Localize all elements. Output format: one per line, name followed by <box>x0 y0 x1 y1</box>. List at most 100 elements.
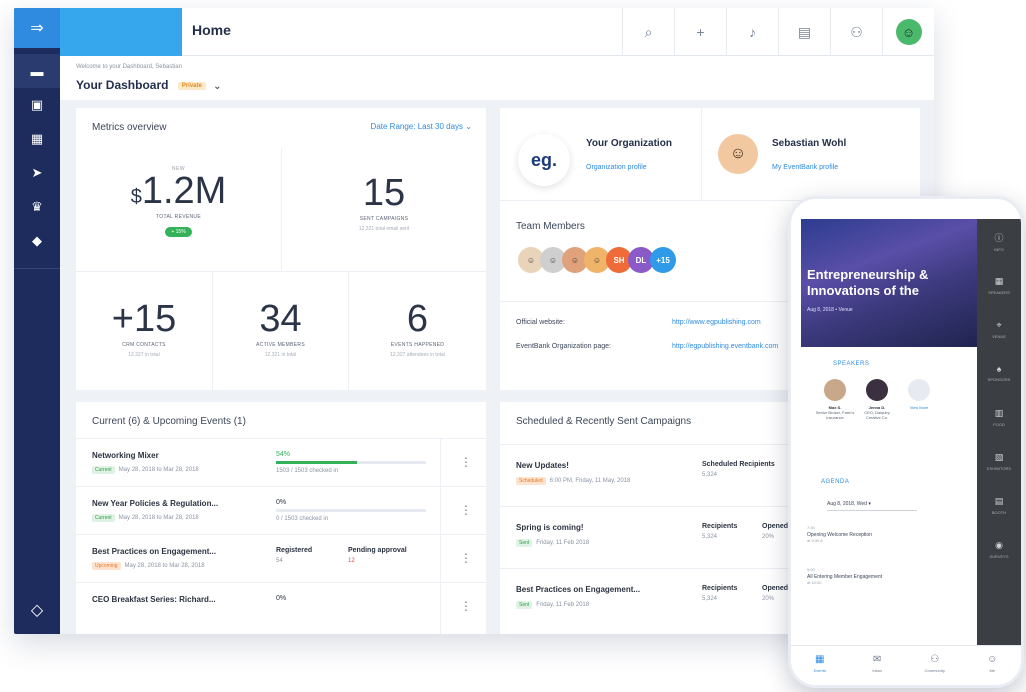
dashboard-selector[interactable]: Your Dashboard Private ⌄ <box>76 78 222 92</box>
calendar-icon[interactable]: ▦ <box>14 122 60 156</box>
pending-label: Pending approval <box>348 547 407 554</box>
progress-bar <box>276 461 426 464</box>
organization-name: Your Organization <box>586 138 672 149</box>
event-row[interactable]: Best Practices on Engagement... Upcoming… <box>76 534 486 583</box>
event-row[interactable]: New Year Policies & Regulation... Curren… <box>76 486 486 535</box>
events-title: Current (6) & Upcoming Events (1) <box>92 416 246 427</box>
send-icon[interactable]: ➤ <box>14 156 60 190</box>
more-options-icon[interactable]: ⋮ <box>460 599 472 613</box>
chat-icon[interactable]: ▤ <box>778 8 830 56</box>
rail-item-exhibitors[interactable]: ▧ EXHIBITORS <box>977 439 1021 483</box>
rail-item-booth[interactable]: ▤ BOOTH <box>977 483 1021 527</box>
status-badge: Current <box>92 514 115 522</box>
top-bar: Home ⌕ + ♪ ▤ ⚇ ☺ <box>60 8 934 56</box>
tab-events[interactable]: ▦ Events <box>791 646 849 685</box>
event-side-menu: ⓘ INFO ▦ SPEAKERS ⌖ VENUE ♠ SPONSORS ▥ FOOD ▧… <box>977 219 1021 645</box>
more-options-icon[interactable]: ⋮ <box>460 551 472 565</box>
more-options-icon[interactable]: ⋮ <box>460 455 472 469</box>
event-name[interactable]: CEO Breakfast Series: Richard... <box>92 595 216 604</box>
recipients-label: Recipients <box>702 585 738 592</box>
agenda-date-select[interactable]: Aug 8, 2018, Wed ▾ <box>827 497 917 511</box>
tag-icon[interactable]: ◆ <box>14 224 60 258</box>
recipients-column: Recipients 5,324 <box>702 523 737 540</box>
rail-item-surveys[interactable]: ◉ SURVEYS <box>977 527 1021 571</box>
team-more-count[interactable]: +15 <box>650 247 676 273</box>
organization-profile-link[interactable]: Organization profile <box>586 164 647 171</box>
speaker-role: Senior Broker, Farm's Insurance <box>815 410 855 420</box>
speaker-card[interactable]: Max S. Senior Broker, Farm's Insurance <box>815 379 855 420</box>
breadcrumb: Welcome to your Dashboard, Sebastian <box>76 64 182 70</box>
agenda-item[interactable]: 7:30 Opening Welcome Reception at 9:30 A <box>807 525 957 545</box>
rail-label: VENUE <box>992 333 1006 339</box>
top-actions: ⌕ + ♪ ▤ ⚇ ☺ <box>622 8 934 56</box>
eventbank-page-link[interactable]: http://egpublishing.eventbank.com <box>672 343 778 350</box>
metric-members: 34 ACTIVE MEMBERS 12,321 in total <box>213 272 349 390</box>
home-icon[interactable]: ▬ <box>14 54 60 88</box>
row-divider <box>440 439 441 487</box>
more-options-icon[interactable]: ⋮ <box>460 503 472 517</box>
rail-item-food[interactable]: ▥ FOOD <box>977 395 1021 439</box>
view-more-speakers[interactable]: View More <box>899 379 939 410</box>
event-hero-title: Entrepreneurship & Innovations of the <box>807 267 929 298</box>
event-row[interactable]: Networking Mixer Current May 28, 2018 to … <box>76 438 486 487</box>
agenda-date-value: Aug 8, 2018, Wed <box>827 501 867 507</box>
website-link[interactable]: http://www.egpublishing.com <box>672 319 761 326</box>
user-profile-link[interactable]: My EventBank profile <box>772 164 838 171</box>
organization-card: eg. Your Organization Organization profi… <box>500 108 920 200</box>
metric-events-label: EVENTS HAPPENED <box>390 342 445 348</box>
speaker-avatar <box>866 379 888 401</box>
campaign-name[interactable]: New Updates! <box>516 461 569 470</box>
event-name[interactable]: Best Practices on Engagement... <box>92 547 216 556</box>
rail-item-speakers[interactable]: ▦ SPEAKERS <box>977 263 1021 307</box>
event-hero-image[interactable]: Entrepreneurship & Innovations of the Au… <box>801 219 977 347</box>
campaign-date-text: Friday, 11 Feb 2018 <box>536 602 590 608</box>
user-menu[interactable]: ☺ <box>882 8 934 56</box>
pending-count: 12 <box>348 558 355 564</box>
sidebar-nav: ▬ ▣ ▦ ➤ ♛ ◆ <box>14 48 60 258</box>
status-badge: Current <box>92 466 115 474</box>
agenda-sub: at 10:00 <box>807 580 822 585</box>
event-name[interactable]: New Year Policies & Regulation... <box>92 499 218 508</box>
search-icon[interactable]: ⌕ <box>622 8 674 56</box>
metric-campaigns-sub: 12,321 total email sent <box>358 226 410 232</box>
registered-label: Registered <box>276 547 313 554</box>
tab-me[interactable]: ☺ Me <box>964 646 1022 685</box>
metric-contacts-sub: 12,327 in total <box>128 352 160 358</box>
revenue-number: 1.2M <box>141 170 227 212</box>
tab-inbox[interactable]: ✉ Inbox <box>849 646 907 685</box>
speaker-card[interactable]: Jenna D. CEO, Daiquiry Creative Co. <box>857 379 897 420</box>
dashboard-title: Your Dashboard <box>76 78 169 92</box>
rail-item-venue[interactable]: ⌖ VENUE <box>977 307 1021 351</box>
private-badge: Private <box>177 81 206 90</box>
add-icon[interactable]: + <box>674 8 726 56</box>
crown-icon[interactable]: ♛ <box>14 190 60 224</box>
event-name[interactable]: Networking Mixer <box>92 451 159 460</box>
avatar: ☺ <box>895 19 922 45</box>
metric-revenue: NEW $1.2M TOTAL REVENUE + 15% <box>76 148 282 272</box>
rail-item-sponsors[interactable]: ♠ SPONSORS <box>977 351 1021 395</box>
metric-members-label: ACTIVE MEMBERS <box>256 342 305 348</box>
mobile-app: Entrepreneurship & Innovations of the Au… <box>788 196 1024 688</box>
currency-symbol: $ <box>130 186 142 208</box>
user-name: Sebastian Wohl <box>772 138 847 149</box>
metric-events: 6 EVENTS HAPPENED 12,327 attendees in to… <box>349 272 486 390</box>
tab-community[interactable]: ⚇ Community <box>906 646 964 685</box>
speaker-role: CEO, Daiquiry Creative Co. <box>864 410 890 420</box>
event-row[interactable]: CEO Breakfast Series: Richard... 0% ⋮ <box>76 582 486 634</box>
brand-logo-icon[interactable]: ◇ <box>14 600 60 620</box>
rail-item-info[interactable]: ⓘ INFO <box>977 219 1021 263</box>
agenda-item[interactable]: 9:00 All Entering Member Engagement at 1… <box>807 567 957 587</box>
rail-label: SPEAKERS <box>988 289 1010 295</box>
metric-campaigns-label: SENT CAMPAIGNS <box>359 216 409 222</box>
date-range-selector[interactable]: Date Range: Last 30 days ⌄ <box>371 122 472 131</box>
dashboard-header: Welcome to your Dashboard, Sebastian You… <box>60 56 934 100</box>
campaign-name[interactable]: Best Practices on Engagement... <box>516 585 640 594</box>
bell-icon[interactable]: ♪ <box>726 8 778 56</box>
event-date-text: May 28, 2018 to Mar 28, 2018 <box>118 515 199 521</box>
recipients-column: Recipients 5,324 <box>702 585 737 602</box>
campaign-name[interactable]: Spring is coming! <box>516 523 584 532</box>
cards-icon[interactable]: ▣ <box>14 88 60 122</box>
menu-toggle-icon[interactable]: ⇒ <box>14 8 60 48</box>
network-icon[interactable]: ⚇ <box>830 8 882 56</box>
agenda-label: AGENDA <box>821 479 850 485</box>
